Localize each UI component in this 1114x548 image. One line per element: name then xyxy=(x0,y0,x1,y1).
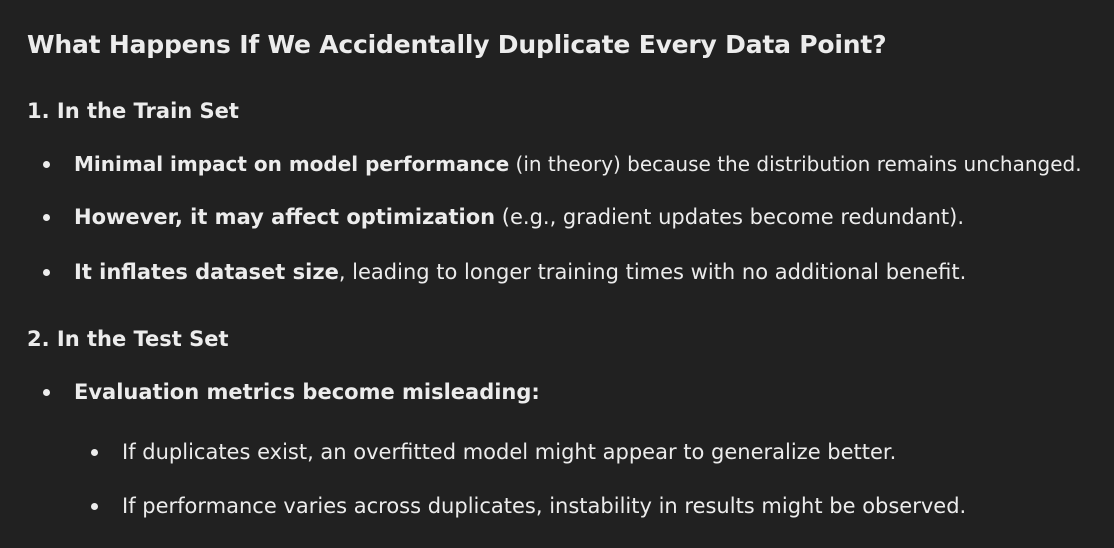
list-item: Evaluation metrics become misleading: xyxy=(43,378,540,406)
bullet-icon xyxy=(91,449,98,456)
bullet-text: , leading to longer training times with … xyxy=(338,260,967,284)
bullet-icon xyxy=(43,269,50,276)
bullet-text: (e.g., gradient updates become redundant… xyxy=(495,205,965,229)
section-heading-test: 2. In the Test Set xyxy=(27,327,229,351)
bullet-text: (in theory) because the distribution rem… xyxy=(509,152,1082,176)
list-item: Minimal impact on model performance (in … xyxy=(43,150,1082,178)
list-item: If duplicates exist, an overfitted model… xyxy=(91,438,897,466)
bullet-icon xyxy=(43,161,50,168)
list-item: If performance varies across duplicates,… xyxy=(91,492,967,520)
bullet-bold-text: It inflates dataset size xyxy=(74,260,339,284)
bullet-bold-text: Minimal impact on model performance xyxy=(74,152,510,176)
document: What Happens If We Accidentally Duplicat… xyxy=(0,0,1114,548)
bullet-bold-text: Evaluation metrics become misleading: xyxy=(74,380,540,404)
list-item: It inflates dataset size, leading to lon… xyxy=(43,258,967,286)
bullet-icon xyxy=(91,503,98,510)
section-heading-train: 1. In the Train Set xyxy=(27,99,239,123)
bullet-bold-text: However, it may affect optimization xyxy=(74,205,496,229)
subbullet-text: If performance varies across duplicates,… xyxy=(122,494,967,518)
bullet-icon xyxy=(43,389,50,396)
list-item: However, it may affect optimization (e.g… xyxy=(43,203,965,231)
page-title: What Happens If We Accidentally Duplicat… xyxy=(27,30,887,59)
subbullet-text: If duplicates exist, an overfitted model… xyxy=(122,440,897,464)
bullet-icon xyxy=(43,214,50,221)
